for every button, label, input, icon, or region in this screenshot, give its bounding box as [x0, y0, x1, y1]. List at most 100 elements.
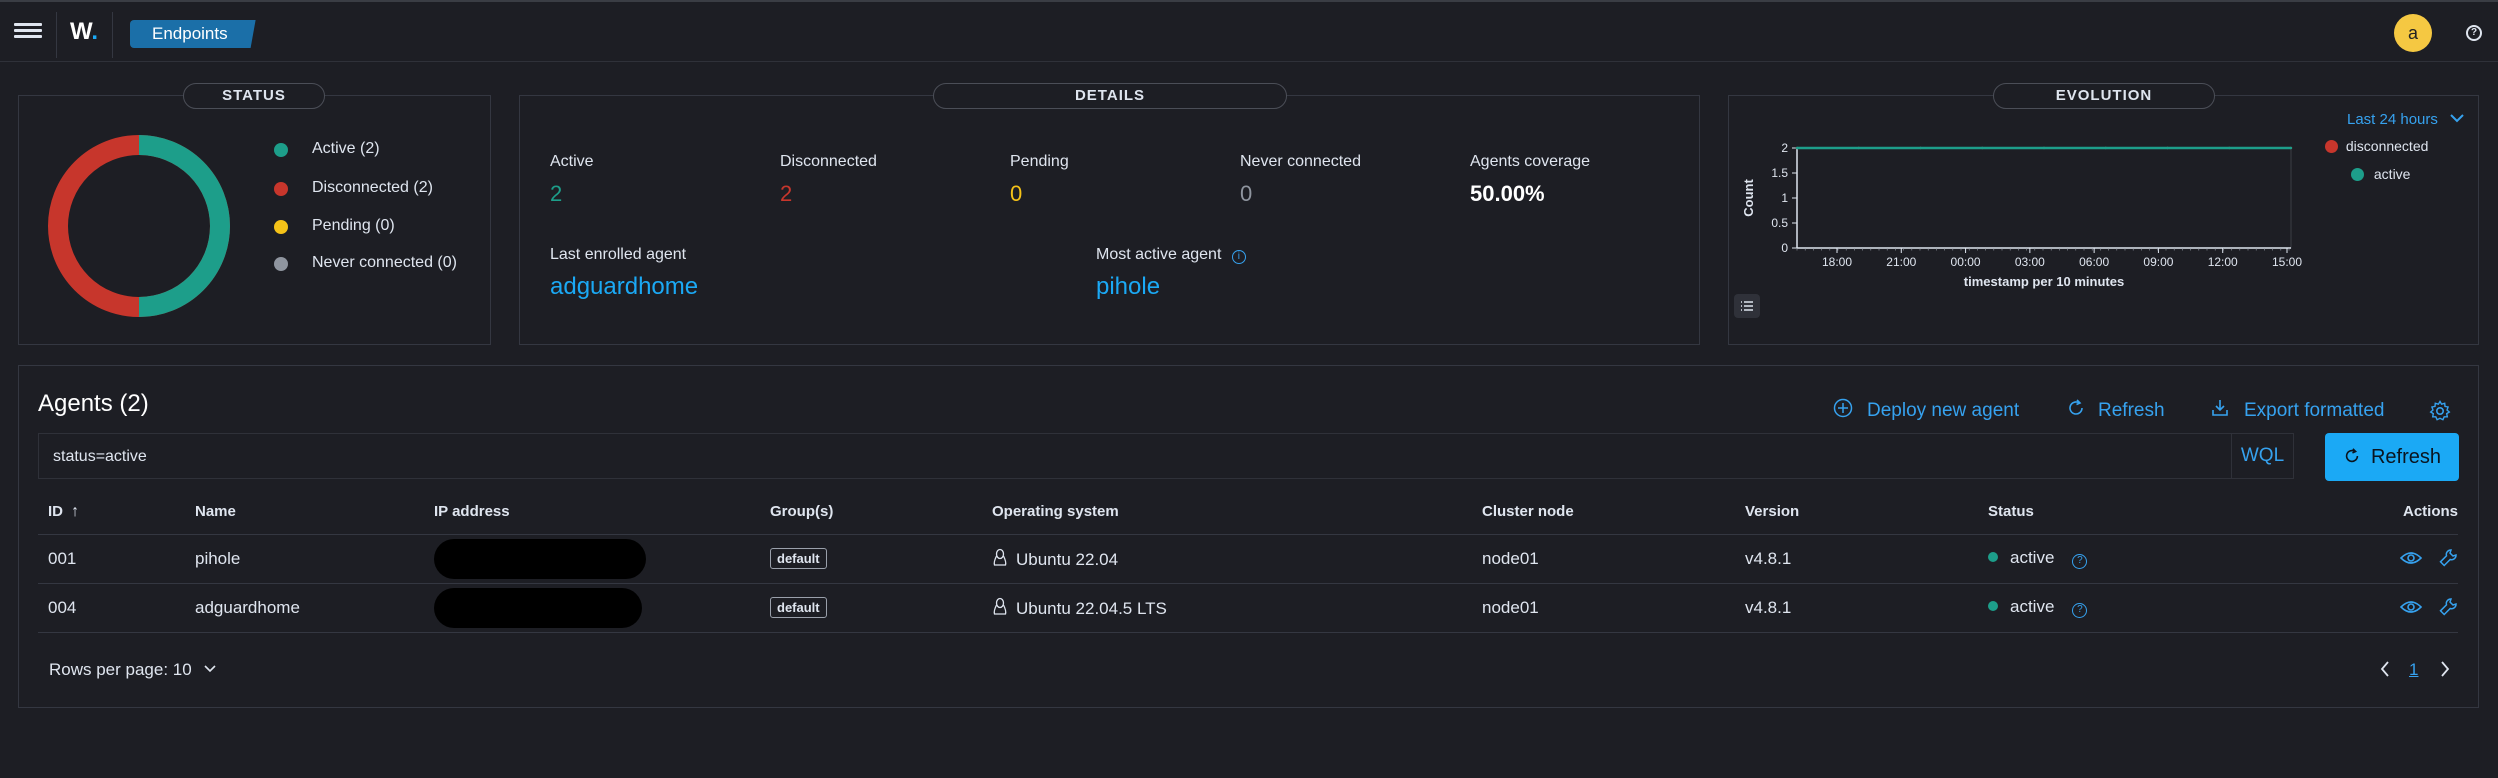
stat-disconnected-value[interactable]: 2 [780, 181, 792, 207]
series-point-active [2228, 146, 2231, 150]
gear-icon [2429, 400, 2451, 421]
list-toggle-button[interactable] [1734, 294, 1760, 318]
refresh-button[interactable]: Refresh [2325, 433, 2459, 481]
page-number-button[interactable]: 1 [2409, 660, 2418, 680]
column-header-id[interactable]: ID ↑ [38, 490, 185, 535]
logo-text: W [70, 18, 92, 45]
cell-groups: default [760, 534, 982, 584]
chevron-down-icon [204, 665, 217, 673]
y-tick-label: 1.5 [1771, 166, 1788, 180]
status-help-icon[interactable]: ? [2072, 603, 2088, 618]
stat-active-label: Active [550, 153, 594, 170]
column-header-os[interactable]: Operating system [982, 490, 1472, 535]
cell-actions [2280, 534, 2458, 584]
column-header-status[interactable]: Status [1978, 490, 2280, 535]
settings-button[interactable] [2429, 400, 2451, 427]
legend-dot [2351, 168, 2364, 181]
column-header-version[interactable]: Version [1735, 490, 1978, 535]
help-icon[interactable]: ? [2466, 25, 2482, 41]
series-point-active [1795, 146, 1799, 150]
app-logo[interactable]: W. [70, 18, 98, 46]
table-row[interactable]: 001 pihole default Ubuntu 22.04 node01 v… [38, 534, 2458, 584]
group-badge[interactable]: default [770, 548, 827, 569]
most-active-link[interactable]: pihole [1096, 273, 1160, 301]
legend-dot [274, 182, 288, 196]
x-tick-label: 21:00 [1886, 255, 1916, 269]
search-bar: WQL [38, 433, 2294, 479]
cell-cluster-node: node01 [1472, 583, 1735, 633]
legend-label: Active (2) [312, 140, 380, 157]
cell-id: 004 [38, 583, 185, 633]
breadcrumb-endpoints[interactable]: Endpoints [130, 20, 256, 48]
stat-active-value[interactable]: 2 [550, 181, 562, 207]
stat-coverage-label: Agents coverage [1470, 153, 1591, 170]
legend-dot [274, 257, 288, 271]
cell-status: active? [1978, 583, 2280, 633]
linux-icon [993, 597, 1007, 615]
rows-per-page-label: Rows per page: 10 [49, 660, 192, 679]
prev-page-button[interactable] [2379, 660, 2391, 683]
legend-label: Pending (0) [312, 217, 395, 234]
last-enrolled-label: Last enrolled agent [550, 246, 687, 263]
column-header-ip[interactable]: IP address [434, 490, 760, 535]
divider [112, 12, 113, 58]
x-tick-label: 06:00 [2079, 255, 2109, 269]
evolution-line-chart: 0 0.5 1 1.5 2 18:00 21:00 00:00 03:00 06:00 09:00 1… [1741, 141, 2302, 289]
column-header-label: ID [48, 502, 63, 520]
deploy-agent-button[interactable]: Deploy new agent [1833, 398, 2019, 422]
info-icon[interactable]: i [1231, 250, 1246, 264]
export-icon [2212, 400, 2228, 416]
column-header-groups[interactable]: Group(s) [760, 490, 982, 535]
y-tick-label: 1 [1781, 191, 1788, 205]
column-header-name[interactable]: Name [185, 490, 434, 535]
refresh-link-button[interactable]: Refresh [2066, 398, 2165, 422]
cell-version: v4.8.1 [1735, 534, 1978, 584]
avatar[interactable]: a [2394, 14, 2432, 52]
legend-label: active [2373, 166, 2411, 182]
next-page-button[interactable] [2439, 660, 2451, 683]
series-point-active [2289, 146, 2293, 150]
deploy-agent-label: Deploy new agent [1867, 400, 2020, 421]
stat-pending-label: Pending [1010, 153, 1069, 170]
sort-ascending-icon[interactable]: ↑ [71, 503, 79, 520]
cell-ip [434, 583, 760, 633]
chart-legend-active[interactable]: active [2351, 166, 2410, 182]
group-badge[interactable]: default [770, 597, 827, 618]
time-range-picker[interactable]: Last 24 hours [2347, 111, 2464, 128]
search-input[interactable] [53, 444, 2213, 470]
wrench-icon[interactable] [2438, 548, 2458, 568]
details-panel: DETAILS Active 2 Disconnected 2 Pending … [519, 83, 1700, 345]
donut-slice-active[interactable] [138, 135, 230, 317]
status-help-icon[interactable]: ? [2072, 554, 2088, 569]
details-panel-title: DETAILS [933, 83, 1287, 109]
legend-dot [274, 220, 288, 234]
last-enrolled-link[interactable]: adguardhome [550, 273, 698, 301]
export-formatted-button[interactable]: Export formatted [2210, 398, 2384, 422]
wrench-icon[interactable] [2438, 597, 2458, 617]
cell-actions [2280, 583, 2458, 633]
y-tick-label: 2 [1781, 141, 1788, 155]
wql-toggle[interactable]: WQL [2231, 434, 2293, 478]
rows-per-page-select[interactable]: Rows per page: 10 [49, 660, 217, 680]
table-row[interactable]: 004 adguardhome default Ubuntu 22.04.5 L… [38, 583, 2458, 633]
refresh-link-label: Refresh [2098, 400, 2165, 421]
stat-never-connected-value[interactable]: 0 [1240, 181, 1252, 207]
eye-icon[interactable] [2399, 599, 2423, 615]
cell-ip [434, 534, 760, 584]
cell-groups: default [760, 583, 982, 633]
x-tick-label: 12:00 [2208, 255, 2238, 269]
redacted-ip [434, 587, 642, 628]
status-label: active [2010, 548, 2055, 567]
eye-icon[interactable] [2399, 550, 2423, 566]
chart-legend-disconnected[interactable]: disconnected [2325, 138, 2428, 154]
top-bar: W. Endpoints a ? [0, 0, 2498, 62]
column-header-cluster-node[interactable]: Cluster node [1472, 490, 1735, 535]
menu-icon[interactable] [14, 20, 42, 46]
x-tick-label: 03:00 [2015, 255, 2045, 269]
stat-pending-value[interactable]: 0 [1010, 181, 1022, 207]
cell-cluster-node: node01 [1472, 534, 1735, 584]
legend-label: Never connected (0) [312, 254, 457, 271]
y-axis-label: Count [1741, 179, 1756, 217]
series-point-active [2104, 146, 2107, 150]
x-tick-label: 18:00 [1822, 255, 1852, 269]
